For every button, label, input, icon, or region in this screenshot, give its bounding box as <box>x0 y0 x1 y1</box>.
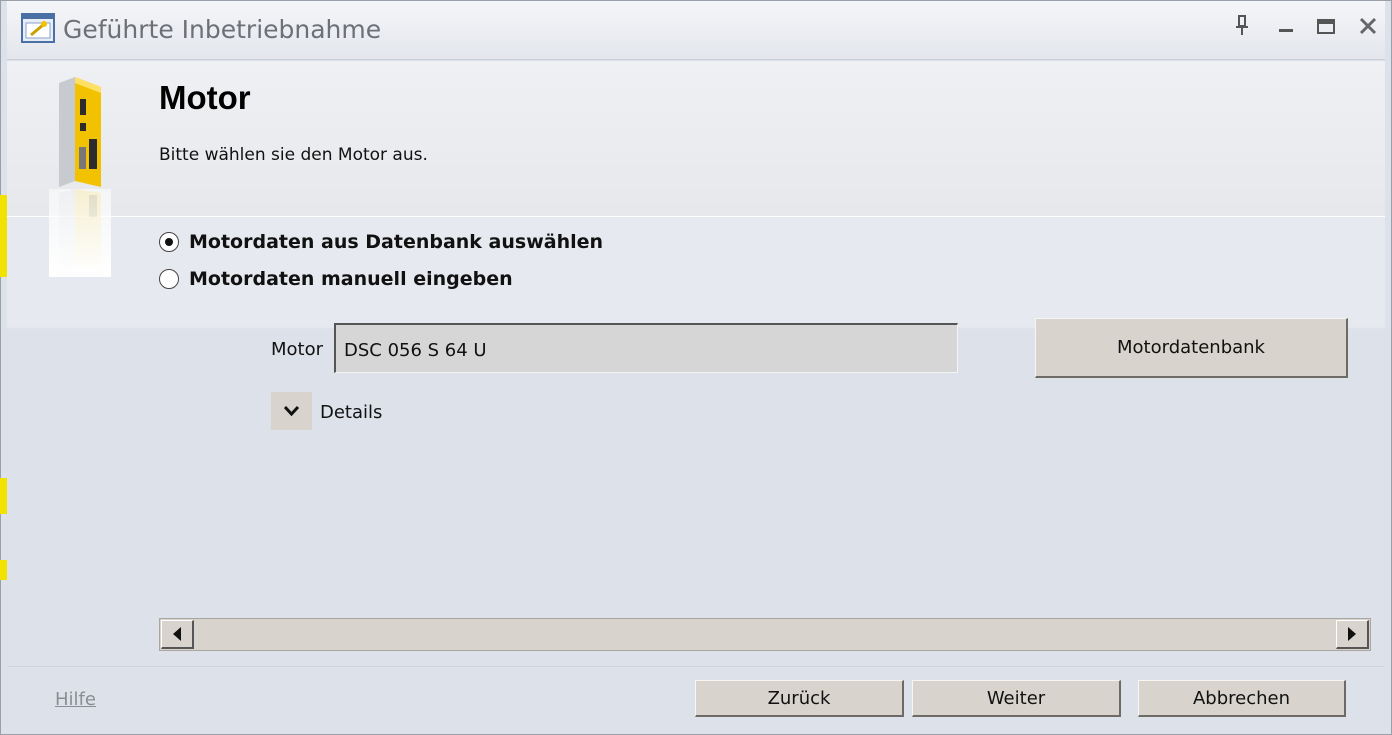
radio-option-manual[interactable]: Motordaten manuell eingeben <box>159 268 513 290</box>
cancel-button[interactable]: Abbrechen <box>1138 680 1346 717</box>
radio-label-database: Motordaten aus Datenbank auswählen <box>189 231 604 253</box>
back-button[interactable]: Zurück <box>695 680 904 717</box>
drive-device-icon <box>49 77 111 277</box>
wizard-icon <box>21 13 55 45</box>
arrow-left-icon[interactable] <box>161 620 194 649</box>
page-subtitle: Bitte wählen sie den Motor aus. <box>159 145 428 165</box>
back-button-label: Zurück <box>767 687 831 709</box>
horizontal-scrollbar[interactable] <box>159 618 1371 651</box>
radio-button-selected[interactable] <box>159 232 179 252</box>
title-bar[interactable]: Geführte Inbetriebnahme <box>7 1 1385 60</box>
cancel-button-label: Abbrechen <box>1192 687 1291 709</box>
chevron-down-icon <box>283 405 300 417</box>
motor-field[interactable]: DSC 056 S 64 U <box>334 323 958 373</box>
arrow-right-icon[interactable] <box>1336 620 1369 649</box>
close-icon[interactable] <box>1355 13 1381 39</box>
motor-database-button[interactable]: Motordatenbank <box>1035 318 1348 378</box>
next-button[interactable]: Weiter <box>912 680 1121 717</box>
radio-option-database[interactable]: Motordaten aus Datenbank auswählen <box>159 231 603 253</box>
pin-icon[interactable] <box>1229 13 1255 39</box>
motor-database-button-label: Motordatenbank <box>1117 337 1265 358</box>
background-edge-yellow <box>0 195 7 277</box>
details-toggle[interactable] <box>271 392 312 430</box>
window-title: Geführte Inbetriebnahme <box>63 15 382 44</box>
background-edge-yellow-3 <box>0 560 7 580</box>
radio-button-unselected[interactable] <box>159 269 179 289</box>
page-title: Motor <box>159 79 251 116</box>
maximize-icon[interactable] <box>1313 13 1339 39</box>
next-button-label: Weiter <box>986 687 1046 709</box>
radio-label-manual: Motordaten manuell eingeben <box>189 268 513 290</box>
motor-field-label: Motor <box>271 339 324 360</box>
minimize-icon[interactable] <box>1273 13 1299 39</box>
details-label[interactable]: Details <box>320 402 382 423</box>
help-link[interactable]: Hilfe <box>55 689 96 710</box>
wizard-window: Geführte Inbetriebnahme Motor Bitte wähl… <box>0 0 1392 735</box>
background-edge-yellow-2 <box>0 478 7 514</box>
